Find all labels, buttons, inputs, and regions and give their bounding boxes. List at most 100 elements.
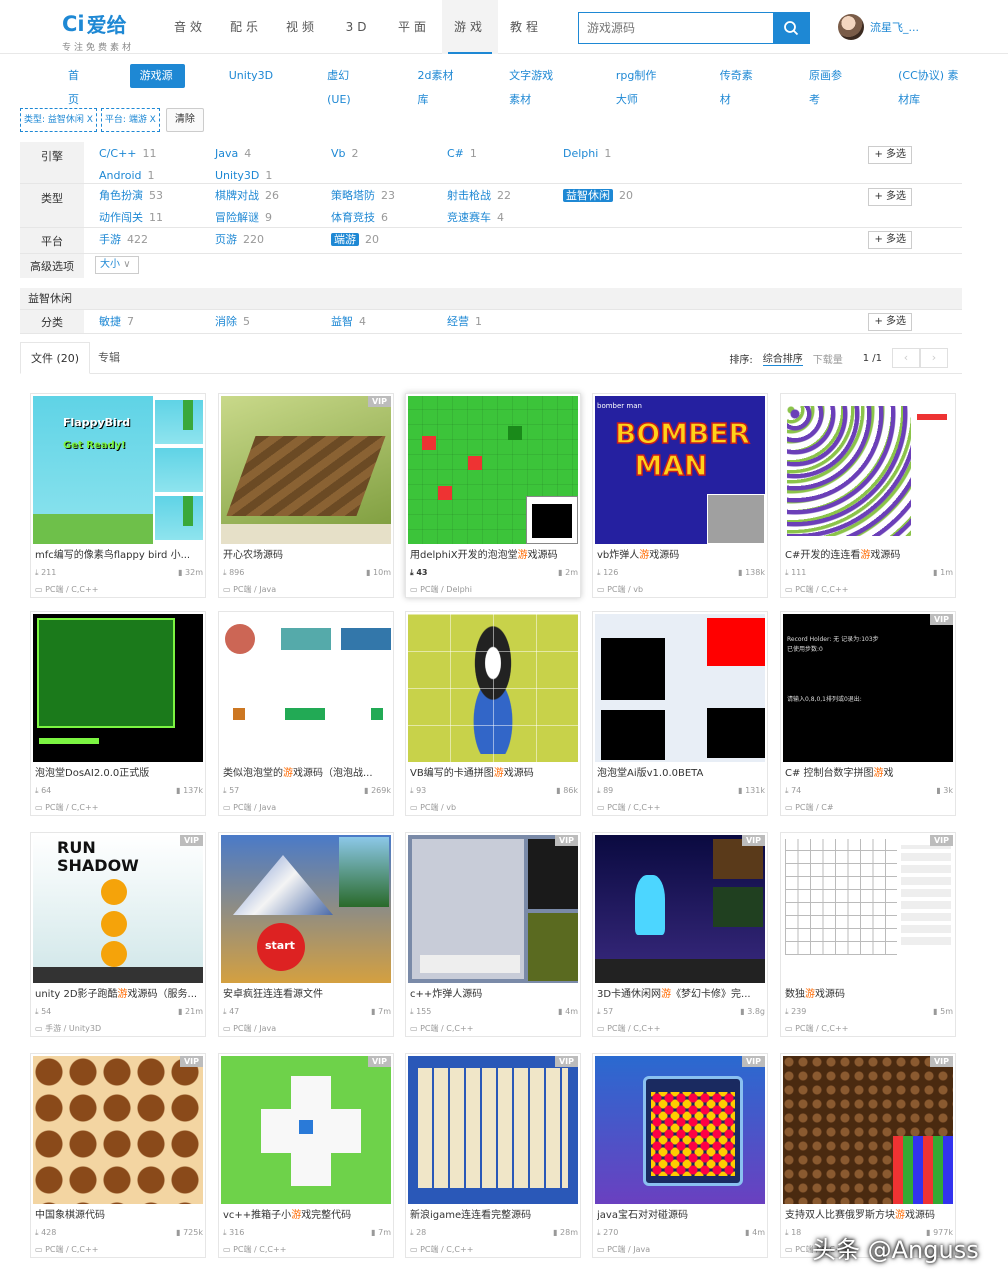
tab-albums[interactable]: 专辑 [88,342,130,374]
filter-tag[interactable]: 平台: 端游 X [100,108,160,132]
sub-nav-item[interactable]: 文字游戏素材 [499,64,572,106]
card-thumbnail[interactable] [408,614,578,762]
filter-option[interactable]: 策略塔防 23 [331,186,447,206]
card-thumbnail[interactable] [595,614,765,762]
card-thumbnail[interactable]: VIP [595,835,765,983]
card-title[interactable]: c++炸弹人源码 [410,985,578,1000]
card-title[interactable]: 类似泡泡堂的游戏源码（泡泡战... [223,764,391,779]
sub-nav-item[interactable]: Unity3D [219,64,283,88]
sub-nav-item[interactable]: (CC协议) 素材库 [888,64,974,106]
username[interactable]: 流星飞_... [870,19,919,35]
multi-select-button[interactable]: + 多选 [868,146,912,164]
multi-select-button[interactable]: + 多选 [868,313,912,331]
card-thumbnail[interactable]: RUN SHADOW VIP [33,835,203,983]
resource-card[interactable]: 用delphiX开发的泡泡堂游戏源码 ⤓ 43 ▮ 2m ▭ PC端 / Delphi [405,393,581,598]
card-title[interactable]: 新浪igame连连看完整源码 [410,1206,578,1221]
resource-card[interactable]: VIP 中国象棋源代码 ⤓ 428 ▮ 725k ▭ PC端 / C,C++ [30,1053,206,1258]
resource-card[interactable]: VIP vc++推箱子小游戏完整代码 ⤓ 316 ▮ 7m ▭ PC端 / C,C++ [218,1053,394,1258]
filter-option[interactable]: Android 1 [99,166,215,186]
filter-option[interactable]: Vb 2 [331,144,447,164]
sort-downloads[interactable]: 下载量 [813,351,843,366]
next-page-button[interactable]: › [920,348,948,368]
card-thumbnail[interactable]: start [221,835,391,983]
prev-page-button[interactable]: ‹ [892,348,920,368]
card-title[interactable]: 数独游戏源码 [785,985,953,1000]
sub-nav-item[interactable]: 游戏源码 [129,64,185,106]
resource-card[interactable]: bomber man BOMBER MAN vb炸弹人游戏源码 ⤓ 126 ▮ 138k… [592,393,768,598]
resource-card[interactable]: RUN SHADOW VIP unity 2D影子跑酷游戏源码（服务... ⤓ 54 ▮… [30,832,206,1037]
resource-card[interactable]: VIP 支持双人比赛俄罗斯方块游戏源码 ⤓ 18 ▮ 977k ▭ PC端 / C,C+… [780,1053,956,1258]
card-thumbnail[interactable] [408,396,578,544]
card-title[interactable]: vc++推箱子小游戏完整代码 [223,1206,391,1221]
nav-item[interactable]: 配乐 [218,0,274,54]
size-select[interactable]: 大小 ∨ [95,256,139,274]
resource-card[interactable]: VB编写的卡通拼图游戏源码 ⤓ 93 ▮ 86k ▭ PC端 / vb [405,611,581,816]
sort-default[interactable]: 综合排序 [762,350,803,366]
filter-option[interactable]: C/C++ 11 [99,144,215,164]
filter-option[interactable]: 页游 220 [215,230,331,250]
multi-select-button[interactable]: + 多选 [868,188,912,206]
resource-card[interactable]: 泡泡堂DosAI2.0.0正式版 ⤓ 64 ▮ 137k ▭ PC端 / C,C++ [30,611,206,816]
filter-option[interactable]: 益智 4 [331,312,447,332]
site-logo[interactable]: Ci 爱给 专注免费素材 [62,9,134,54]
filter-option[interactable]: 棋牌对战 26 [215,186,331,206]
card-title[interactable]: 安卓疯狂连连看源文件 [223,985,391,1000]
card-thumbnail[interactable]: VIP [595,1056,765,1204]
card-thumbnail[interactable]: VIP [408,835,578,983]
filter-option[interactable]: 体育竞技 6 [331,208,447,228]
filter-option[interactable]: 竞速赛车 4 [447,208,563,228]
tab-files[interactable]: 文件 (20) [20,342,91,374]
card-title[interactable]: 支持双人比赛俄罗斯方块游戏源码 [785,1206,953,1221]
card-thumbnail[interactable]: VIP [221,1056,391,1204]
filter-option[interactable]: 消除 5 [215,312,331,332]
resource-card[interactable]: VIP c++炸弹人源码 ⤓ 155 ▮ 4m ▭ PC端 / C,C++ [405,832,581,1037]
filter-option[interactable]: Delphi 1 [563,144,679,164]
nav-item[interactable]: 教程 [498,0,554,54]
resource-card[interactable]: VIP 开心农场源码 ⤓ 896 ▮ 10m ▭ PC端 / Java [218,393,394,598]
sub-nav-item[interactable]: 传奇素材 [710,64,765,106]
card-title[interactable]: unity 2D影子跑酷游戏源码（服务... [35,985,203,1000]
resource-card[interactable]: Record Holder: 无 记录为:103步 已使用步数:0 请输入0,8,0… [780,611,956,816]
filter-option[interactable]: 手游 422 [99,230,215,250]
resource-card[interactable]: C#开发的连连看游戏源码 ⤓ 111 ▮ 1m ▭ PC端 / C,C++ [780,393,956,598]
resource-card[interactable]: VIP 新浪igame连连看完整源码 ⤓ 28 ▮ 28m ▭ PC端 / C,C++ [405,1053,581,1258]
resource-card[interactable]: 泡泡堂Ai版v1.0.0BETA ⤓ 89 ▮ 131k ▭ PC端 / C,C++ [592,611,768,816]
card-thumbnail[interactable]: VIP [408,1056,578,1204]
card-thumbnail[interactable]: VIP [33,1056,203,1204]
card-title[interactable]: C#开发的连连看游戏源码 [785,546,953,561]
multi-select-button[interactable]: + 多选 [868,231,912,249]
filter-option[interactable]: 经营 1 [447,312,563,332]
search-button[interactable] [773,13,809,43]
resource-card[interactable]: VIP 3D卡通休闲网游《梦幻卡修》完... ⤓ 57 ▮ 3.8g ▭ PC端 / C… [592,832,768,1037]
sub-nav-item[interactable]: rpg制作大师 [606,64,676,106]
sub-nav-item[interactable]: 首页 [58,64,96,106]
resource-card[interactable]: FlappyBird Get Ready! mfc编写的像素鸟flappy bird… [30,393,206,598]
card-title[interactable]: VB编写的卡通拼图游戏源码 [410,764,578,779]
filter-tag[interactable]: 类型: 益智休闲 X [20,108,97,132]
resource-card[interactable]: VIP java宝石对对碰源码 ⤓ 270 ▮ 4m ▭ PC端 / Java [592,1053,768,1258]
nav-item[interactable]: 游戏 [442,0,498,54]
card-title[interactable]: mfc编写的像素鸟flappy bird 小... [35,546,203,561]
nav-item[interactable]: 视频 [274,0,330,54]
card-thumbnail[interactable]: bomber man BOMBER MAN [595,396,765,544]
card-title[interactable]: 泡泡堂Ai版v1.0.0BETA [597,764,765,779]
clear-filters-button[interactable]: 清除 [165,108,204,132]
resource-card[interactable]: VIP 数独游戏源码 ⤓ 239 ▮ 5m ▭ PC端 / C,C++ [780,832,956,1037]
resource-card[interactable]: start 安卓疯狂连连看源文件 ⤓ 47 ▮ 7m ▭ PC端 / Java [218,832,394,1037]
card-title[interactable]: java宝石对对碰源码 [597,1206,765,1221]
card-thumbnail[interactable]: Record Holder: 无 记录为:103步 已使用步数:0 请输入0,8,0… [783,614,953,762]
filter-option[interactable]: 动作闯关 11 [99,208,215,228]
nav-item[interactable]: 音效 [162,0,218,54]
card-title[interactable]: C# 控制台数字拼图游戏 [785,764,953,779]
avatar[interactable] [838,14,864,40]
search-input[interactable] [579,13,773,43]
card-title[interactable]: 泡泡堂DosAI2.0.0正式版 [35,764,203,779]
filter-option[interactable]: Unity3D 1 [215,166,331,186]
card-thumbnail[interactable]: FlappyBird Get Ready! [33,396,203,544]
card-title[interactable]: 3D卡通休闲网游《梦幻卡修》完... [597,985,765,1000]
user-menu[interactable]: 流星飞_... [838,14,919,40]
card-title[interactable]: 开心农场源码 [223,546,391,561]
card-thumbnail[interactable] [221,614,391,762]
card-title[interactable]: 中国象棋源代码 [35,1206,203,1221]
sub-nav-item[interactable]: 虚幻(UE) [317,64,373,106]
